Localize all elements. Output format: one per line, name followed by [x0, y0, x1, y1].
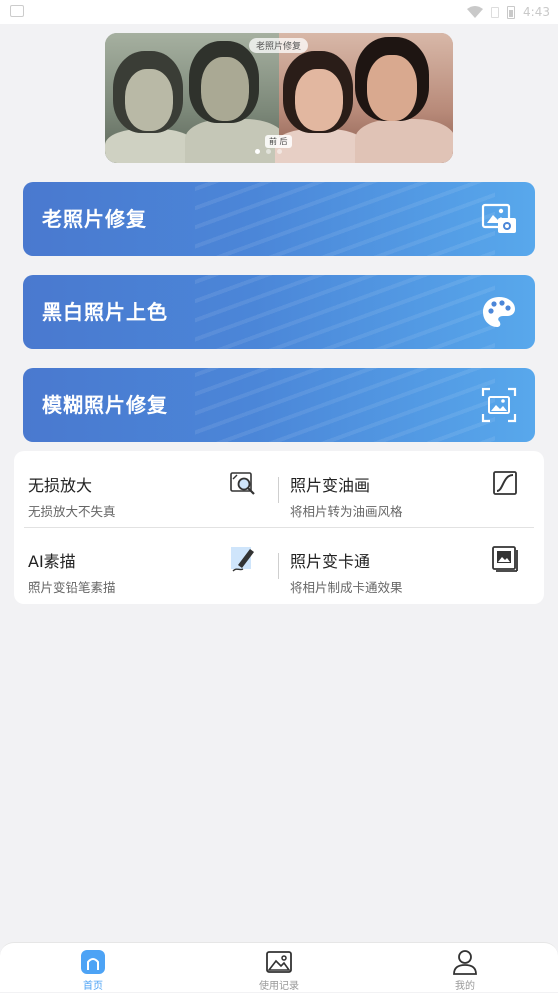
tool-lossless-upscale[interactable]: 无损放大 无损放大不失真 — [14, 455, 269, 527]
tools-panel: 无损放大 无损放大不失真 照片变油画 将相片转为油画风格 AI素描 照片变铅笔素… — [14, 451, 544, 604]
wifi-icon — [467, 6, 484, 18]
status-bar: 4:43 — [0, 0, 558, 24]
banner-tag: 老照片修复 — [249, 38, 309, 53]
tool-title: AI素描 — [28, 552, 76, 571]
tool-subtitle: 照片变铅笔素描 — [28, 580, 116, 595]
tool-subtitle: 将相片转为油画风格 — [290, 504, 403, 519]
tool-cartoon[interactable]: 照片变卡通 将相片制成卡通效果 — [276, 531, 531, 603]
palette-icon — [483, 297, 515, 327]
banner-after-image — [275, 33, 453, 163]
status-indicators: 4:43 — [467, 3, 550, 21]
tool-oil-painting[interactable]: 照片变油画 将相片转为油画风格 — [276, 455, 531, 527]
feature-label: 黑白照片上色 — [42, 300, 168, 324]
photo-camera-icon — [481, 203, 516, 233]
banner-dot[interactable] — [277, 149, 282, 154]
tool-title: 无损放大 — [28, 476, 93, 495]
picture-frame-icon — [492, 546, 518, 572]
tool-title: 照片变卡通 — [290, 552, 371, 571]
tab-label: 首页 — [83, 981, 103, 992]
tool-ai-sketch[interactable]: AI素描 照片变铅笔素描 — [14, 531, 269, 603]
status-time: 4:43 — [523, 5, 550, 19]
feature-card-bw-colorize[interactable]: 黑白照片上色 — [23, 275, 535, 349]
tool-title: 照片变油画 — [290, 476, 371, 495]
focus-image-icon — [481, 387, 517, 423]
banner-pagination — [255, 149, 282, 154]
tools-divider — [24, 527, 534, 528]
tab-profile[interactable]: 我的 — [405, 943, 525, 993]
curve-icon — [493, 471, 517, 495]
tab-label: 我的 — [455, 981, 475, 992]
tool-subtitle: 无损放大不失真 — [28, 504, 116, 519]
user-icon — [453, 950, 477, 975]
feature-label: 老照片修复 — [42, 207, 147, 231]
banner-dot[interactable] — [266, 149, 271, 154]
banner-dot[interactable] — [255, 149, 260, 154]
notification-icon — [10, 5, 24, 17]
bottom-tab-bar: 首页 使用记录 我的 — [0, 942, 558, 992]
battery-icon — [507, 5, 516, 19]
promo-banner[interactable]: 老照片修复 前 后 — [105, 33, 453, 163]
image-history-icon — [266, 951, 292, 973]
tab-label: 使用记录 — [259, 981, 299, 992]
tab-home[interactable]: 首页 — [33, 943, 153, 993]
tab-history[interactable]: 使用记录 — [219, 943, 339, 993]
sim-icon — [491, 6, 500, 18]
magnify-image-icon — [230, 472, 255, 495]
feature-card-blur-restore[interactable]: 模糊照片修复 — [23, 368, 535, 442]
banner-compare-label: 前 后 — [265, 135, 292, 148]
tool-subtitle: 将相片制成卡通效果 — [290, 580, 403, 595]
feature-card-old-photo-restore[interactable]: 老照片修复 — [23, 182, 535, 256]
pen-sketch-icon — [231, 547, 254, 572]
home-icon — [81, 950, 105, 974]
feature-label: 模糊照片修复 — [42, 393, 168, 417]
